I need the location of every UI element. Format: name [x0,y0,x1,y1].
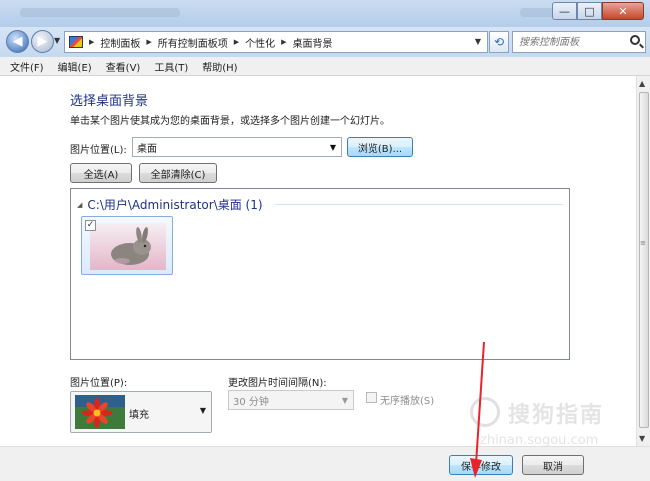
address-bar[interactable]: ▶ 控制面板 ▶ 所有控制面板项 ▶ 个性化 ▶ 桌面背景 ▼ [64,31,488,53]
cancel-button[interactable]: 取消 [522,455,584,475]
page-title: 选择桌面背景 [70,94,149,109]
close-button[interactable]: ✕ [602,2,644,20]
save-changes-button[interactable]: 保存修改 [449,455,513,475]
picture-position-label: 图片位置(P): [70,378,128,389]
chevron-down-icon: ▼ [341,396,348,405]
clear-all-button[interactable]: 全部清除(C) [139,163,217,183]
search-box[interactable] [512,31,646,53]
shuffle-label: 无序播放(S) [380,396,435,407]
chevron-right-icon[interactable]: ▶ [234,38,239,46]
picture-position-value: 填充 [129,410,149,421]
control-panel-icon [69,36,83,48]
interval-label: 更改图片时间间隔(N): [228,378,327,389]
breadcrumb-personalization[interactable]: 个性化 [245,35,275,50]
menu-view[interactable]: 查看(V) [106,59,141,74]
footer-bar: 保存修改 取消 [0,446,650,481]
select-all-button[interactable]: 全选(A) [70,163,132,183]
picture-location-value: 桌面 [137,143,157,155]
picture-location-label: 图片位置(L): [70,145,127,156]
address-dropdown-icon[interactable]: ▼ [475,37,481,46]
menu-file[interactable]: 文件(F) [10,59,44,74]
picture-position-select[interactable]: 填充 ▼ [70,391,212,433]
back-button[interactable]: ◀ [6,30,29,53]
wallpaper-thumbnail[interactable]: ✓ [81,216,173,275]
picture-location-select[interactable]: 桌面 ▼ [132,137,342,157]
search-icon[interactable] [630,35,640,45]
scroll-down-icon[interactable]: ▼ [639,434,645,443]
interval-select[interactable]: 30 分钟 ▼ [228,390,354,410]
refresh-button[interactable]: ⟲ [489,31,509,53]
chevron-right-icon[interactable]: ▶ [146,38,151,46]
main-content: 选择桌面背景 单击某个图片使其成为您的桌面背景，或选择多个图片创建一个幻灯片。 … [0,76,636,446]
maximize-button[interactable]: □ [577,2,602,20]
chevron-right-icon[interactable]: ▶ [89,38,94,46]
gallery-group-title: C:\用户\Administrator\桌面 (1) [87,198,263,212]
chevron-down-icon: ▼ [329,143,336,152]
menu-tools[interactable]: 工具(T) [154,59,188,74]
scrollbar-grip-icon: ≡ [640,239,646,247]
rabbit-image [90,223,166,270]
breadcrumb-control-panel[interactable]: 控制面板 [100,35,140,50]
title-bar: — □ ✕ [0,0,650,27]
window-controls: — □ ✕ [552,2,644,20]
breadcrumb-desktop-background[interactable]: 桌面背景 [293,35,333,50]
flower-preview-icon [75,395,125,429]
wallpaper-checkbox[interactable]: ✓ [85,220,96,231]
scroll-up-icon[interactable]: ▲ [639,79,645,88]
forward-button[interactable]: ▶ [31,30,54,53]
blurred-title [20,8,180,17]
collapse-triangle-icon[interactable]: ◢ [77,201,82,209]
group-divider [275,204,563,205]
vertical-scrollbar[interactable]: ▲ ≡ ▼ [636,76,650,446]
shuffle-checkbox[interactable] [366,392,377,403]
browse-button[interactable]: 浏览(B)... [347,137,413,157]
search-input[interactable] [513,32,623,52]
scrollbar-thumb[interactable] [639,92,649,428]
menu-edit[interactable]: 编辑(E) [58,59,92,74]
chevron-down-icon: ▼ [199,406,206,415]
recent-pages-dropdown-icon[interactable]: ▼ [54,36,60,45]
menu-help[interactable]: 帮助(H) [202,59,237,74]
gallery-group-header[interactable]: ◢ C:\用户\Administrator\桌面 (1) [77,196,263,213]
page-subtitle: 单击某个图片使其成为您的桌面背景，或选择多个图片创建一个幻灯片。 [70,116,390,127]
minimize-button[interactable]: — [552,2,577,20]
interval-value: 30 分钟 [233,396,269,408]
wallpaper-gallery[interactable]: ◢ C:\用户\Administrator\桌面 (1) ✓ [70,188,570,360]
menu-bar: 文件(F) 编辑(E) 查看(V) 工具(T) 帮助(H) [0,57,650,76]
chevron-right-icon[interactable]: ▶ [281,38,286,46]
navigation-bar: ◀ ▶ ▼ ▶ 控制面板 ▶ 所有控制面板项 ▶ 个性化 ▶ 桌面背景 ▼ ⟲ [0,27,650,57]
breadcrumb-all-items[interactable]: 所有控制面板项 [158,35,228,50]
